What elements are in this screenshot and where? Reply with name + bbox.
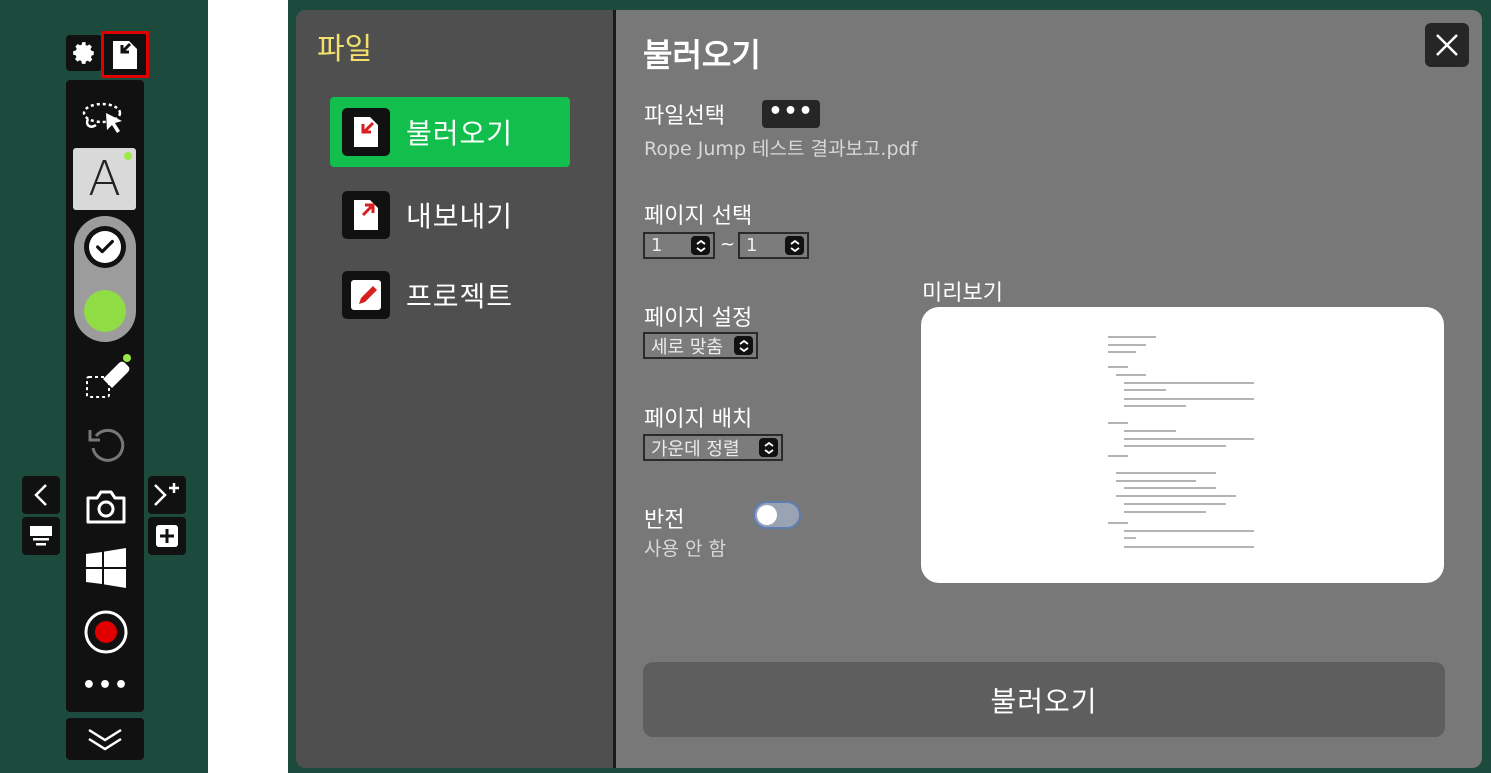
stepper-arrows-icon[interactable]	[785, 236, 804, 255]
record-button[interactable]	[80, 606, 132, 658]
close-button[interactable]	[1425, 23, 1469, 67]
document-preview-thumbnail	[1108, 336, 1254, 548]
load-content: 불러오기 파일선택 ••• Rope Jump 테스트 결과보고.pdf 페이지…	[619, 10, 1482, 768]
preview-box	[921, 307, 1444, 583]
page-to-value: 1	[746, 235, 758, 256]
range-separator: ~	[720, 234, 736, 255]
page-layout-value: 가운데 정렬	[651, 438, 740, 460]
add-page-button[interactable]	[148, 476, 186, 514]
stepper-arrows-icon[interactable]	[691, 236, 710, 255]
lasso-select-button[interactable]	[78, 95, 132, 143]
nav-item-load[interactable]: 불러오기	[330, 97, 570, 167]
load-submit-button[interactable]: 불러오기	[643, 662, 1445, 737]
browse-file-button[interactable]: •••	[762, 99, 820, 128]
file-dialog: 파일 불러오기 내보내기 프로젝트 불러오기 파일선택 ••• Rope Jum…	[296, 10, 1482, 768]
confirm-button[interactable]	[84, 226, 126, 268]
camera-icon	[86, 490, 126, 524]
plus-icon	[156, 525, 178, 547]
nav-item-label: 불러오기	[406, 117, 514, 150]
toggle-knob	[757, 505, 777, 525]
pen-icon: A	[88, 151, 121, 207]
add-button[interactable]	[148, 517, 186, 555]
selected-file-name: Rope Jump 테스트 결과보고.pdf	[644, 138, 918, 160]
pen-tool-button[interactable]: A	[73, 148, 136, 210]
chevron-left-icon	[34, 484, 47, 506]
select-arrows-icon	[759, 438, 778, 457]
nav-item-project[interactable]: 프로젝트	[330, 260, 570, 330]
eraser-icon	[86, 354, 131, 398]
page-title: 불러오기	[643, 36, 761, 74]
windows-icon	[86, 548, 126, 588]
more-icon: •••	[81, 672, 131, 698]
gear-icon	[73, 42, 94, 64]
page-setting-value: 세로 맞춤	[651, 336, 723, 358]
file-load-toolbar-button[interactable]	[101, 31, 149, 78]
page-setting-label: 페이지 설정	[644, 306, 753, 331]
page-layout-select[interactable]: 가운데 정렬	[643, 434, 783, 461]
record-icon	[84, 610, 128, 654]
page-select-label: 페이지 선택	[644, 204, 753, 229]
previous-page-button[interactable]	[22, 476, 60, 514]
file-load-icon	[113, 40, 137, 69]
chevron-double-down-icon	[88, 728, 122, 751]
nav-item-export[interactable]: 내보내기	[330, 180, 570, 250]
page-from-stepper[interactable]: 1	[643, 232, 715, 259]
page-to-stepper[interactable]: 1	[738, 232, 809, 259]
pen-active-dot	[124, 152, 132, 160]
undo-icon	[88, 428, 125, 462]
select-arrows-icon	[734, 336, 753, 355]
page-layout-label: 페이지 배치	[644, 407, 753, 432]
file-nav-sidebar: 파일 불러오기 내보내기 프로젝트	[296, 10, 616, 768]
file-select-label: 파일선택	[644, 104, 725, 129]
lasso-select-icon	[82, 102, 122, 133]
nav-item-label: 내보내기	[406, 200, 514, 233]
page-setting-select[interactable]: 세로 맞춤	[643, 332, 758, 359]
pencil-edit-icon	[342, 271, 390, 319]
file-export-icon	[342, 191, 390, 239]
file-import-icon	[342, 108, 390, 156]
collapse-toolbar-button[interactable]	[66, 718, 144, 760]
board-button[interactable]	[22, 517, 60, 555]
invert-toggle[interactable]	[753, 501, 801, 529]
more-tools-button[interactable]: •••	[80, 668, 132, 702]
undo-button[interactable]	[80, 418, 132, 470]
close-icon	[1436, 34, 1458, 56]
nav-item-label: 프로젝트	[406, 280, 514, 313]
nav-title: 파일	[317, 32, 373, 67]
page-from-value: 1	[651, 235, 663, 256]
add-page-icon	[154, 483, 179, 506]
invert-label: 반전	[644, 508, 685, 533]
invert-state-text: 사용 안 함	[644, 538, 726, 560]
check-icon	[96, 239, 114, 254]
settings-button[interactable]	[66, 35, 102, 71]
eraser-button[interactable]	[80, 350, 136, 406]
windows-button[interactable]	[80, 542, 132, 594]
screenshot-button[interactable]	[80, 482, 132, 532]
color-swatch-button[interactable]	[84, 290, 126, 332]
board-icon	[30, 526, 52, 546]
preview-label: 미리보기	[922, 281, 1003, 306]
